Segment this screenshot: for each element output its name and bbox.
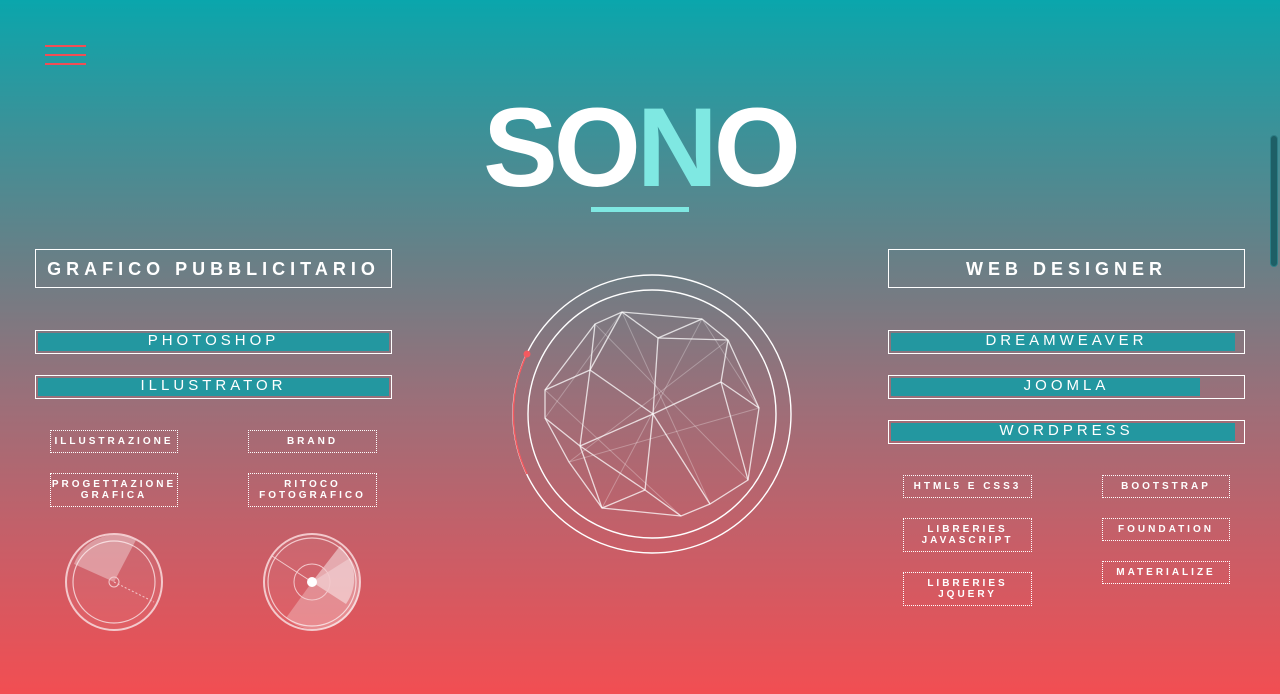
tag-libreries-jquery: LIBRERIES JQUERY — [903, 572, 1032, 606]
skill-bar-photoshop: PHOTOSHOP — [35, 330, 392, 354]
skill-label: PHOTOSHOP — [147, 332, 280, 349]
tag-foundation: FOUNDATION — [1102, 518, 1230, 541]
tag-brand: BRAND — [248, 430, 377, 453]
tag-libreries-javascript: LIBRERIES JAVASCRIPT — [903, 518, 1032, 552]
tag-illustrazione: ILLUSTRAZIONE — [50, 430, 178, 453]
skill-bar-illustrator: ILLUSTRATOR — [35, 375, 392, 399]
skill-bar-joomla: JOOMLA — [888, 375, 1245, 399]
title-suffix: O — [713, 85, 801, 210]
tag-bootstrap: BOOTSTRAP — [1102, 475, 1230, 498]
polyhedron-graphic — [512, 274, 792, 554]
menu-line — [45, 54, 86, 56]
page-title: SONO — [0, 88, 1280, 208]
role-label: GRAFICO PUBBLICITARIO — [47, 259, 380, 279]
role-box-right: WEB DESIGNER — [888, 249, 1245, 288]
tag-materialize: MATERIALIZE — [1102, 561, 1230, 584]
skill-label: ILLUSTRATOR — [140, 377, 287, 394]
role-label: WEB DESIGNER — [965, 259, 1167, 279]
title-prefix: SO — [483, 85, 641, 210]
hamburger-menu-icon[interactable] — [45, 44, 86, 68]
title-highlight: N — [636, 85, 718, 210]
scrollbar-thumb[interactable] — [1270, 135, 1278, 267]
title-underline — [591, 207, 689, 212]
skill-bar-dreamweaver: DREAMWEAVER — [888, 330, 1245, 354]
skill-label: JOOMLA — [1023, 377, 1110, 394]
skill-bar-wordpress: WORDPRESS — [888, 420, 1245, 444]
radar-gauge-icon — [65, 533, 163, 631]
tag-html5-css3: HTML5 E CSS3 — [903, 475, 1032, 498]
tag-ritoco-fotografico: RITOCO FOTOGRAFICO — [248, 473, 377, 507]
skill-label: WORDPRESS — [999, 422, 1134, 439]
tag-progettazione-grafica: PROGETTAZIONE GRAFICA — [50, 473, 178, 507]
role-box-left: GRAFICO PUBBLICITARIO — [35, 249, 392, 288]
radar-gauge-icon — [263, 533, 361, 631]
skill-label: DREAMWEAVER — [985, 332, 1148, 349]
menu-line — [45, 45, 86, 47]
menu-line — [45, 63, 86, 65]
